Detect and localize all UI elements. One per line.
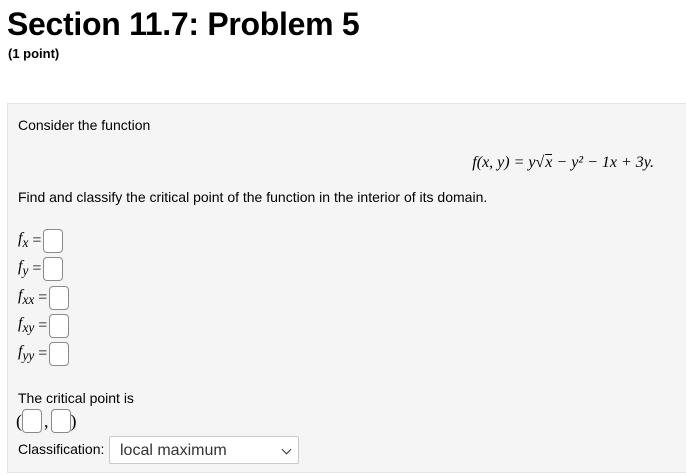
function-formula: f(x, y) = y√x − y² − 1x + 3y. bbox=[472, 154, 654, 171]
fxy-input[interactable] bbox=[49, 314, 70, 338]
fxy-label: fxy bbox=[18, 315, 35, 336]
intro-text: Consider the function bbox=[18, 117, 151, 133]
classification-label: Classification: bbox=[18, 441, 105, 457]
classification-value: local maximum bbox=[120, 442, 227, 459]
fxx-input[interactable] bbox=[49, 286, 70, 310]
points-label: (1 point) bbox=[8, 46, 60, 61]
fx-input[interactable] bbox=[43, 229, 64, 253]
page-title: Section 11.7: Problem 5 bbox=[7, 6, 360, 42]
chevron-down-icon bbox=[281, 444, 292, 455]
instruction-text: Find and classify the critical point of … bbox=[18, 189, 488, 205]
close-paren: ) bbox=[70, 410, 77, 431]
fyy-row: fyy = bbox=[18, 340, 70, 368]
fyy-label: fyy bbox=[18, 343, 35, 364]
fy-row: fy = bbox=[18, 255, 64, 283]
critical-x-input[interactable] bbox=[22, 409, 42, 433]
problem-panel: Consider the function f(x, y) = y√x − y²… bbox=[7, 103, 686, 473]
fy-label: fy bbox=[18, 258, 29, 279]
critical-point-row: ( , ) bbox=[16, 407, 77, 435]
fx-label: fx bbox=[18, 230, 29, 251]
critical-y-input[interactable] bbox=[50, 409, 71, 433]
fyy-input[interactable] bbox=[49, 342, 70, 366]
fx-row: fx = bbox=[18, 227, 64, 255]
fxx-row: fxx = bbox=[18, 284, 70, 312]
formula-rest: − y² − 1x + 3y. bbox=[552, 154, 654, 171]
comma: , bbox=[44, 410, 49, 431]
fxx-label: fxx bbox=[18, 287, 35, 308]
formula-lhs: f(x, y) = y bbox=[472, 154, 536, 171]
critical-point-text: The critical point is bbox=[18, 390, 134, 406]
fxy-row: fxy = bbox=[18, 312, 70, 340]
fy-input[interactable] bbox=[43, 257, 64, 281]
classification-select[interactable]: local maximum bbox=[109, 436, 299, 464]
